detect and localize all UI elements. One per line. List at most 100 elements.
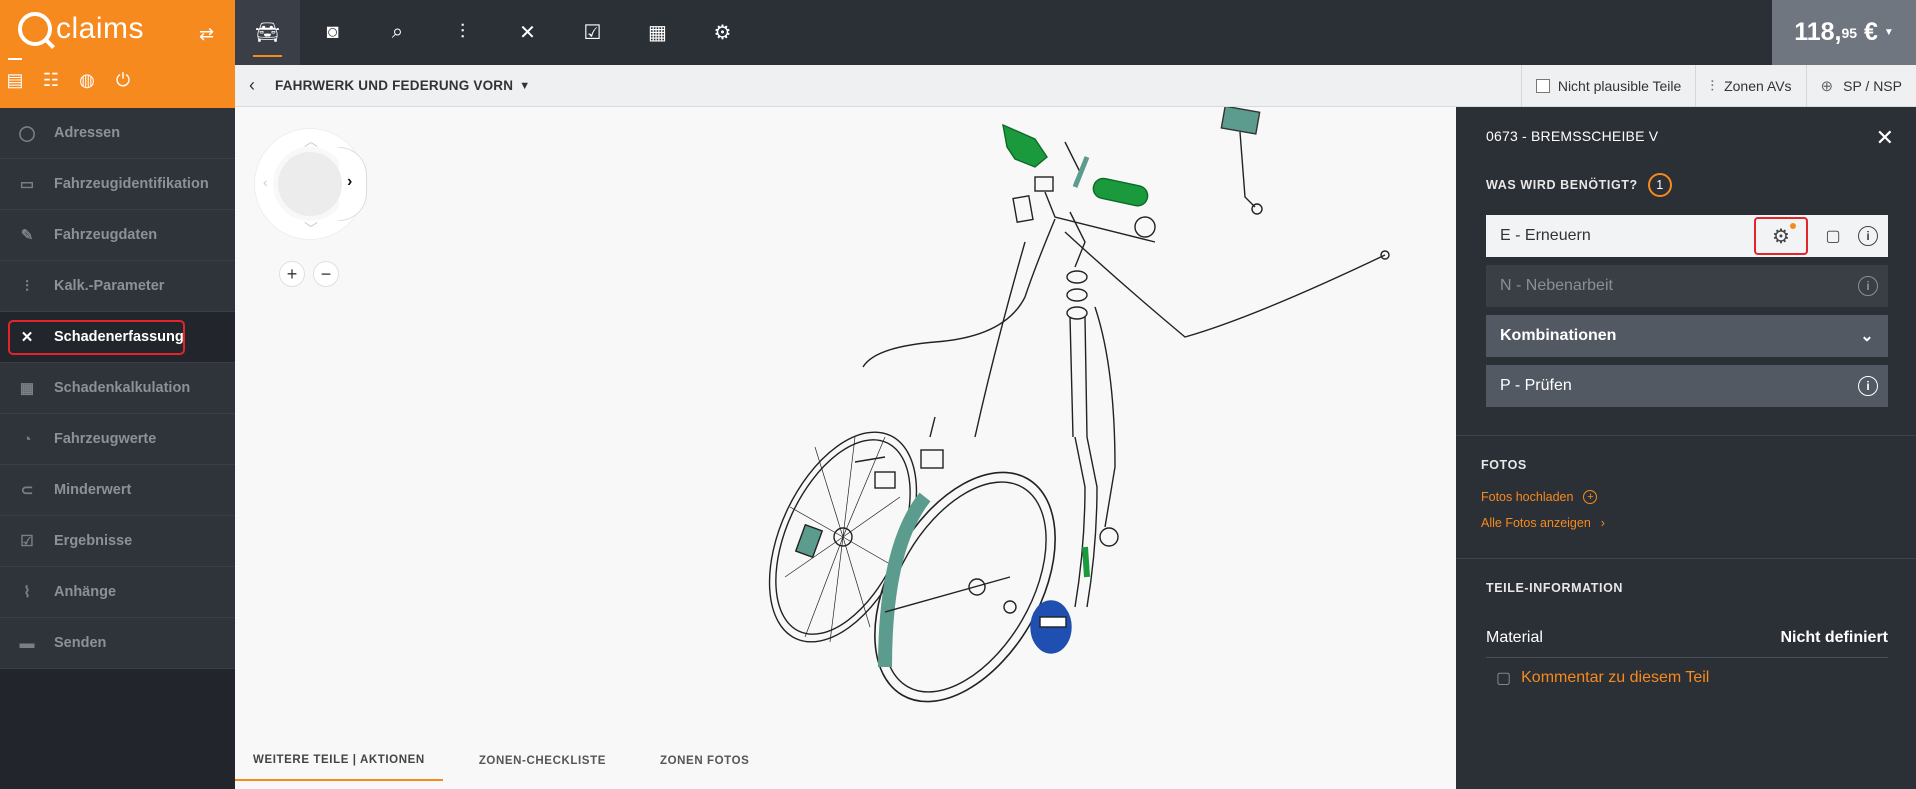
paperclip-icon: ⌇	[23, 584, 31, 601]
sidebar-item-label: Ergebnisse	[54, 533, 133, 549]
fotos-upload-link[interactable]: Fotos hochladen +	[1481, 490, 1916, 504]
parts-canvas[interactable]: ︿ ‹ › ﹀ + −	[235, 107, 1456, 741]
minus-icon: −	[320, 263, 332, 284]
gear-icon: ⚙	[1772, 225, 1790, 248]
navigation-pad[interactable]: ︿ ‹ › ﹀	[255, 129, 367, 239]
sidebar-item-senden[interactable]: ▬ Senden	[0, 618, 235, 669]
checkbox[interactable]	[1535, 79, 1550, 93]
gear-icon: ⚙	[713, 22, 732, 44]
swap-icon[interactable]: ⇄	[199, 24, 214, 45]
sp-nsp-button[interactable]: ⊕ SP / NSP	[1805, 65, 1916, 107]
info-icon[interactable]: i	[1858, 226, 1878, 246]
settings-button[interactable]: ⚙	[1754, 217, 1808, 255]
tab-checklist[interactable]: ☑	[560, 0, 625, 65]
sidebar-item-anhaenge[interactable]: ⌇ Anhänge	[0, 567, 235, 618]
sidebar-item-fahrzeugwerte[interactable]: ◔ Fahrzeugwerte	[0, 414, 235, 465]
car-icon: ▭	[19, 176, 35, 193]
zonen-avs-button[interactable]: ⫶ Zonen AVs	[1695, 65, 1805, 107]
sidebar-filler	[0, 669, 235, 789]
option-kombinationen-actions: ⌄	[1856, 315, 1878, 357]
chevron-down-icon[interactable]: ▼	[519, 80, 530, 92]
tab-sliders[interactable]: ⫶	[430, 0, 495, 65]
needed-header: WAS WIRD BENÖTIGT? 1	[1456, 173, 1916, 197]
app-root: claims ⇄ ▤ ☷ ◍ ⏻ ◯ Adressen ▭ Fahrzeugiden…	[0, 0, 1916, 789]
option-kombinationen[interactable]: Kombinationen ⌄	[1486, 315, 1888, 357]
option-pruefen-label: P - Prüfen	[1500, 377, 1572, 394]
info-icon[interactable]: i	[1858, 376, 1878, 396]
tab-search[interactable]: ⌕	[365, 0, 430, 65]
tab-calculation[interactable]: ▦	[625, 0, 690, 65]
sidebar-item-label: Adressen	[54, 125, 121, 141]
option-erneuern-actions: ⚙ ▢ i	[1754, 215, 1878, 257]
search-icon: ⌕	[391, 21, 404, 43]
globe-icon[interactable]: ◍	[76, 70, 98, 91]
teile-info-title: TEILE-INFORMATION	[1486, 581, 1624, 595]
chevron-right-icon[interactable]: ›	[347, 173, 352, 191]
rear-fender[interactable]	[854, 241, 1026, 489]
plus-circle-icon: +	[1583, 490, 1598, 504]
tab-camera[interactable]: ◙	[300, 0, 365, 65]
fotos-title: FOTOS	[1481, 458, 1527, 472]
tab-settings[interactable]: ⚙	[690, 0, 755, 65]
tab-zonen-fotos[interactable]: ZONEN FOTOS	[642, 741, 767, 781]
mirror[interactable]	[1220, 107, 1261, 135]
info-icon[interactable]: i	[1858, 276, 1878, 296]
zone-title[interactable]: FAHRWERK UND FEDERUNG VORN	[275, 78, 513, 93]
highlight-box	[8, 320, 185, 355]
sidebar-item-adressen[interactable]: ◯ Adressen	[0, 108, 235, 159]
sidebar-item-ergebnisse[interactable]: ☑ Ergebnisse	[0, 516, 235, 567]
form-icon[interactable]: ☷	[40, 70, 62, 91]
chevron-down-icon[interactable]: ⌄	[1856, 325, 1878, 347]
sidebar-item-schadenkalkulation[interactable]: ▦ Schadenkalkulation	[0, 363, 235, 414]
zoom-in-button[interactable]: +	[279, 261, 305, 287]
sidebar-item-label: Anhänge	[54, 584, 117, 600]
sidebar-item-schadenerfassung[interactable]: ✕ Schadenerfassung	[0, 312, 235, 363]
chevron-left-icon[interactable]: ‹	[263, 174, 268, 190]
sidebar-item-minderwert[interactable]: ⊂ Minderwert	[0, 465, 235, 516]
option-erneuern[interactable]: E - Erneuern ⚙ ▢ i	[1486, 215, 1888, 257]
logo-mark-icon	[18, 12, 52, 46]
option-nebenarbeit[interactable]: N - Nebenarbeit i	[1486, 265, 1888, 307]
price-main: 118,	[1794, 18, 1842, 46]
close-icon[interactable]: ✕	[1876, 125, 1894, 151]
option-pruefen[interactable]: P - Prüfen i	[1486, 365, 1888, 407]
zoom-out-button[interactable]: −	[313, 261, 339, 287]
gauge-icon: ◔	[22, 430, 32, 448]
nicht-plausible-toggle[interactable]: Nicht plausible Teile	[1520, 65, 1695, 107]
grip[interactable]	[1092, 177, 1150, 208]
nicht-plausible-label: Nicht plausible Teile	[1557, 78, 1682, 94]
fotos-all-link[interactable]: Alle Fotos anzeigen ›	[1481, 516, 1916, 530]
sidebar-item-label: Minderwert	[54, 482, 132, 498]
comment-link[interactable]: ▢ Kommentar zu diesem Teil	[1496, 668, 1888, 688]
tab-weitere-teile[interactable]: WEITERE TEILE | AKTIONEN	[235, 741, 443, 781]
chevron-down-icon: ▼	[1883, 27, 1894, 38]
sidebar-item-fahrzeugidentifikation[interactable]: ▭ Fahrzeugidentifikation	[0, 159, 235, 210]
chevron-down-icon[interactable]: ﹀	[304, 219, 318, 239]
brand-header: claims ⇄ ▤ ☷ ◍ ⏻	[0, 0, 235, 108]
part-teal[interactable]	[794, 523, 824, 559]
power-icon[interactable]: ⏻	[112, 70, 134, 91]
handlebar[interactable]	[862, 177, 1390, 368]
fork[interactable]	[1066, 270, 1119, 608]
plus-icon: +	[286, 263, 298, 284]
logo[interactable]: claims	[18, 12, 144, 46]
chevron-up-icon[interactable]: ︿	[304, 131, 318, 151]
part-green[interactable]	[1002, 123, 1048, 168]
clipboard-icon[interactable]: ▤	[4, 70, 26, 91]
exploded-parts-diagram[interactable]	[735, 107, 1455, 707]
zone-header: ‹ FAHRWERK UND FEDERUNG VORN ▼ Nicht pla…	[235, 65, 1916, 107]
fotos-section: FOTOS Fotos hochladen + Alle Fotos anzeig…	[1456, 436, 1916, 530]
tab-tools[interactable]: ✕	[495, 0, 560, 65]
tab-vehicle[interactable]: 🚘︎	[235, 0, 300, 65]
chevron-left-icon[interactable]: ‹	[249, 75, 269, 96]
sidebar-item-kalk-parameter[interactable]: ⫶ Kalk.-Parameter	[0, 261, 235, 312]
front-wheel[interactable]	[838, 441, 1093, 707]
clipboard-check-icon: ☑	[583, 22, 602, 44]
pad-right-button[interactable]	[339, 147, 367, 221]
price-display[interactable]: 118, 95 € ▼	[1772, 0, 1916, 65]
tab-zonen-checkliste[interactable]: ZONEN-CHECKLISTE	[461, 741, 624, 781]
comment-icon[interactable]: ▢	[1822, 225, 1844, 247]
rear-wheel[interactable]	[739, 409, 946, 664]
sp-nsp-label: SP / NSP	[1843, 78, 1902, 94]
sidebar-item-fahrzeugdaten[interactable]: ✎ Fahrzeugdaten	[0, 210, 235, 261]
